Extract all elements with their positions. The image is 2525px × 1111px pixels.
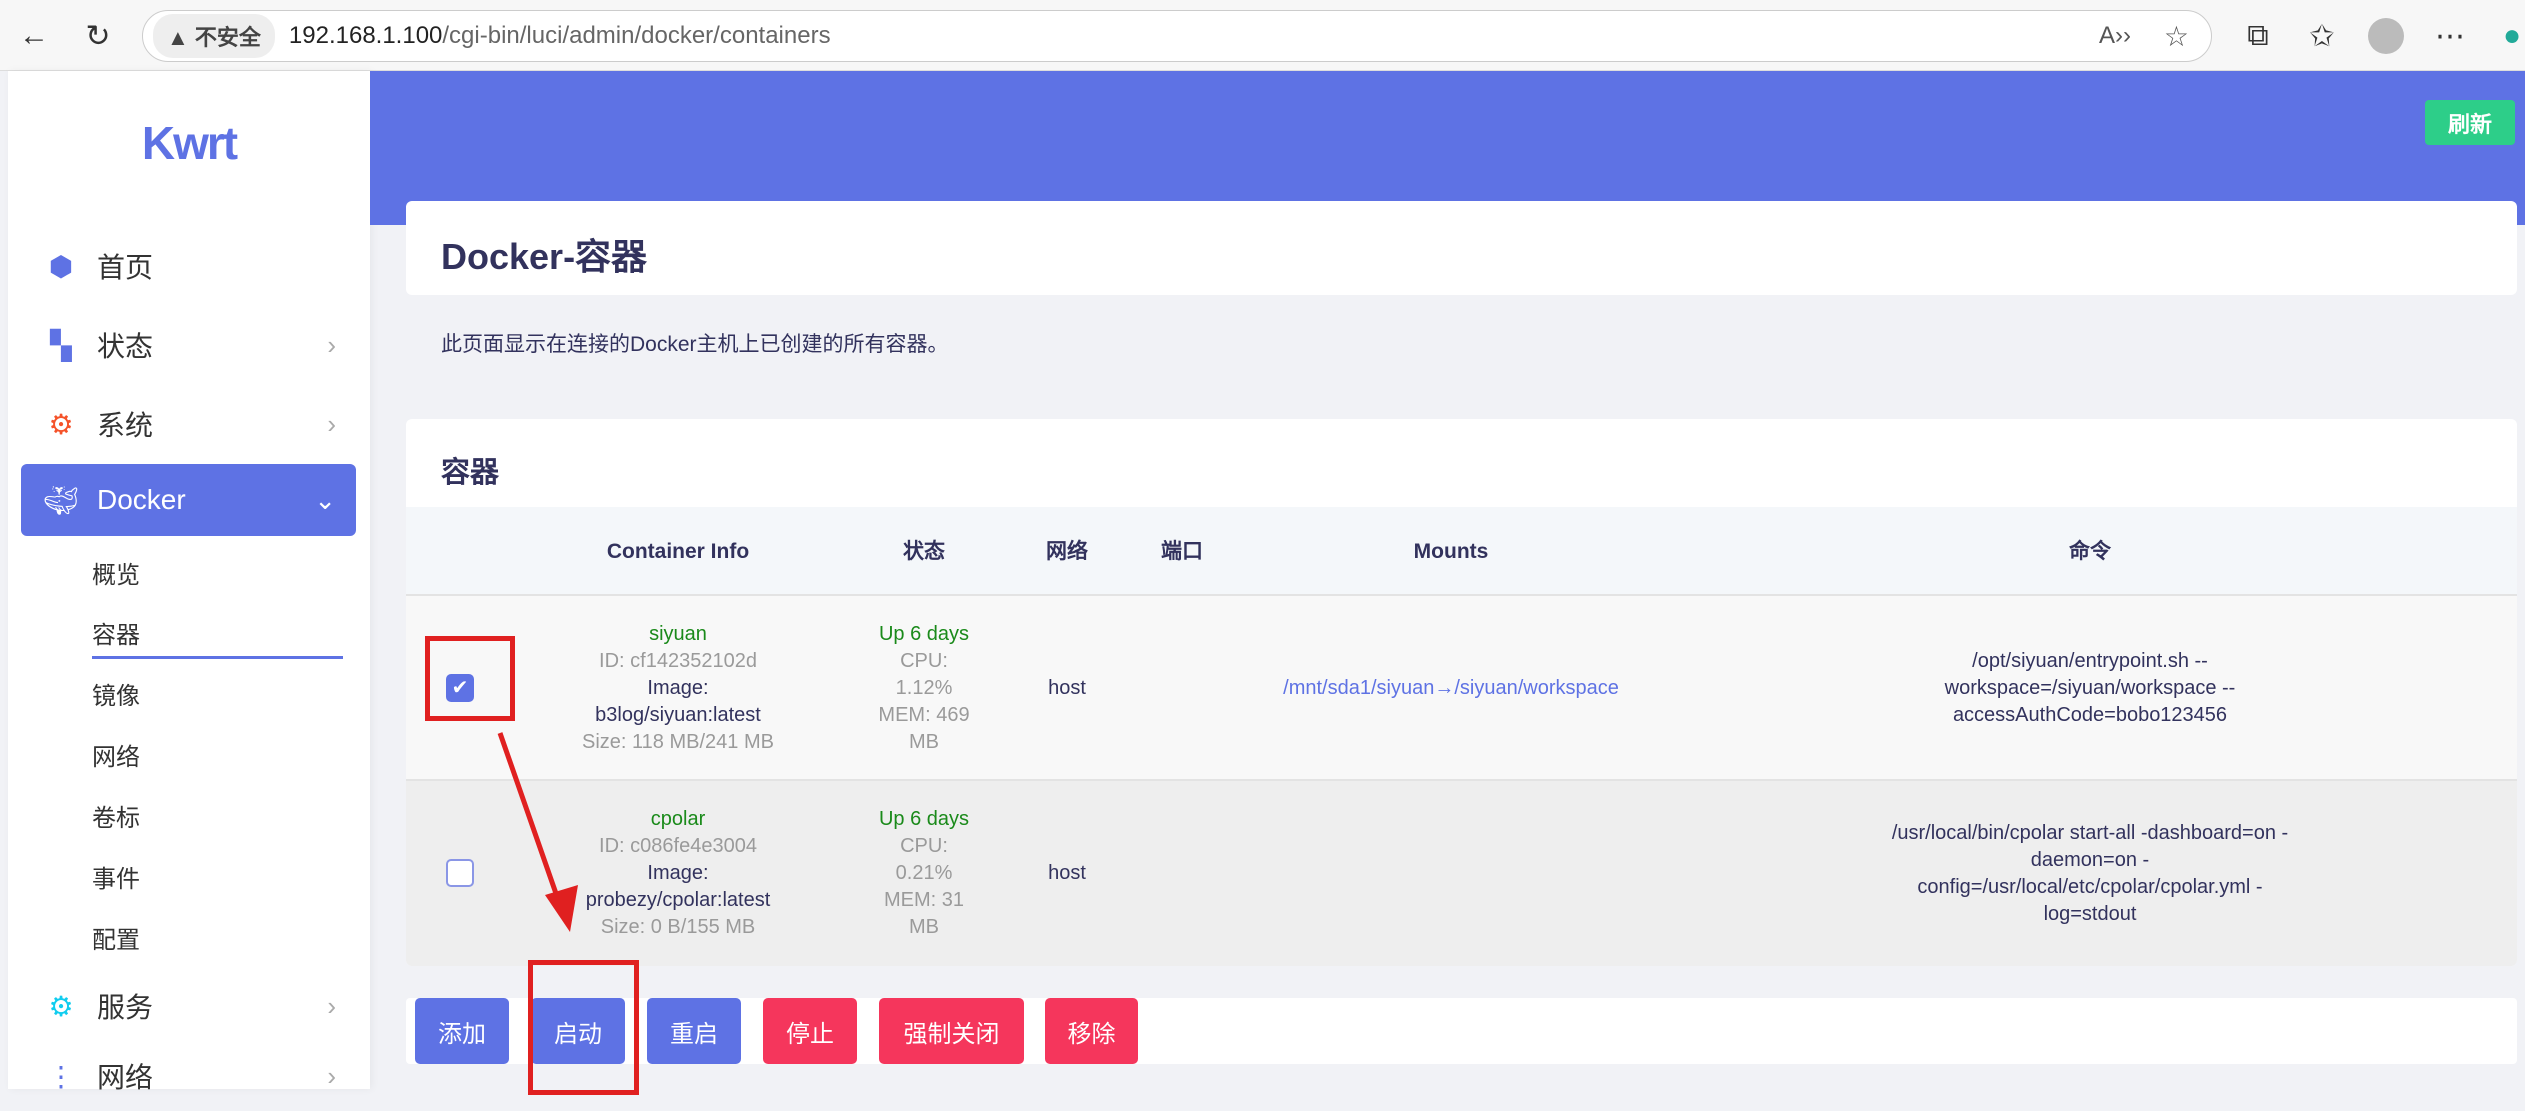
annotation-arrow — [0, 0, 2525, 1089]
